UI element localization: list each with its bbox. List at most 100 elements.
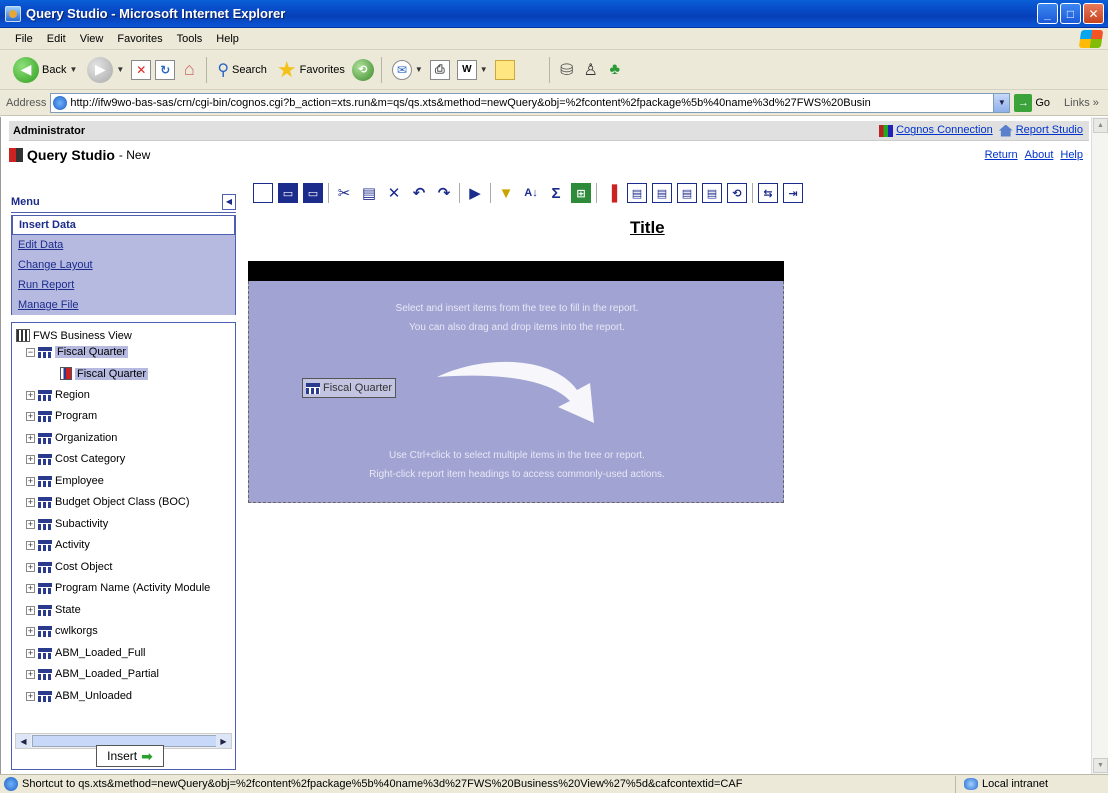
menu-favorites[interactable]: Favorites: [110, 33, 169, 45]
sort-icon[interactable]: A↓: [521, 183, 541, 203]
window-title-bar[interactable]: Query Studio - Microsoft Internet Explor…: [0, 0, 1108, 28]
scroll-right-icon[interactable]: ▶: [216, 734, 231, 748]
expand-node-icon[interactable]: +: [26, 476, 35, 486]
delete-icon[interactable]: ✕: [384, 183, 404, 203]
chart-icon[interactable]: ▐: [602, 183, 622, 203]
forward-dropdown-icon[interactable]: ▼: [116, 65, 124, 74]
print-icon[interactable]: ⎙: [429, 59, 450, 80]
calculate-icon[interactable]: ⊞: [571, 183, 591, 203]
menu-item-insert-data[interactable]: Insert Data: [12, 215, 235, 235]
report-drop-zone[interactable]: Select and insert items from the tree to…: [248, 281, 784, 503]
scroll-up-icon[interactable]: ▲: [1093, 118, 1108, 133]
tree-node[interactable]: + ABM_Loaded_Full: [26, 647, 146, 659]
collapse-menu-button[interactable]: ◀: [222, 193, 236, 210]
tree-node[interactable]: + State: [26, 604, 81, 616]
undo-icon[interactable]: ↶: [409, 183, 429, 203]
refresh-icon[interactable]: ↻: [155, 59, 176, 80]
create-crosstab-icon[interactable]: ▤: [702, 183, 722, 203]
tree-node-fiscal-quarter-level[interactable]: Fiscal Quarter: [60, 367, 149, 380]
section-icon[interactable]: ▤: [677, 183, 697, 203]
tree-root[interactable]: FWS Business View: [16, 329, 132, 342]
tree-node[interactable]: + Cost Object: [26, 561, 112, 573]
new-report-icon[interactable]: [253, 183, 273, 203]
scroll-left-icon[interactable]: ◀: [16, 734, 31, 748]
group-icon[interactable]: ▤: [627, 183, 647, 203]
collapse-node-icon[interactable]: −: [26, 347, 35, 357]
report-studio-link[interactable]: Report Studio: [998, 124, 1083, 137]
scroll-down-icon[interactable]: ▼: [1093, 758, 1108, 773]
back-dropdown-icon[interactable]: ▼: [69, 65, 77, 74]
favorites-button[interactable]: ★ Favorites: [274, 54, 348, 86]
tree-node[interactable]: + Region: [26, 389, 90, 401]
swap-rows-columns-icon[interactable]: ⇆: [758, 183, 778, 203]
ungroup-icon[interactable]: ▤: [652, 183, 672, 203]
return-link[interactable]: Return: [985, 149, 1018, 161]
expand-node-icon[interactable]: +: [26, 411, 35, 421]
expand-node-icon[interactable]: +: [26, 605, 35, 615]
expand-node-icon[interactable]: +: [26, 390, 35, 400]
notes-icon[interactable]: [494, 59, 515, 80]
menu-tools[interactable]: Tools: [170, 33, 210, 45]
tree-node[interactable]: + cwlkorgs: [26, 625, 98, 637]
close-button[interactable]: ✕: [1083, 3, 1104, 24]
menu-item-edit-data[interactable]: Edit Data: [12, 235, 235, 255]
page-vertical-scrollbar[interactable]: ▲ ▼: [1091, 117, 1108, 774]
expand-node-icon[interactable]: +: [26, 519, 35, 529]
menu-help[interactable]: Help: [209, 33, 246, 45]
tree-node[interactable]: + Budget Object Class (BOC): [26, 496, 190, 508]
edit-button[interactable]: W ▼: [454, 54, 491, 86]
stop-icon[interactable]: ✕: [131, 59, 152, 80]
menu-item-manage-file[interactable]: Manage File: [12, 295, 235, 315]
edit-dropdown-icon[interactable]: ▼: [480, 65, 488, 74]
menu-item-run-report[interactable]: Run Report: [12, 275, 235, 295]
back-button[interactable]: ◀ Back ▼: [10, 54, 80, 86]
home-icon[interactable]: ⌂: [179, 59, 199, 80]
expand-node-icon[interactable]: +: [26, 583, 35, 593]
expand-node-icon[interactable]: +: [26, 433, 35, 443]
filter-icon[interactable]: ▼: [496, 183, 516, 203]
links-button[interactable]: Links »: [1064, 97, 1099, 109]
expand-node-icon[interactable]: +: [26, 669, 35, 679]
pivot-icon[interactable]: ⟲: [727, 183, 747, 203]
help-link[interactable]: Help: [1060, 149, 1083, 161]
search-button[interactable]: ⚲ Search: [214, 54, 270, 86]
run-report-icon[interactable]: ▶: [465, 183, 485, 203]
save-icon[interactable]: ▭: [278, 183, 298, 203]
menu-view[interactable]: View: [73, 33, 111, 45]
research-icon[interactable]: ⛁: [557, 60, 577, 80]
tree-node[interactable]: + Cost Category: [26, 453, 125, 465]
minimize-button[interactable]: _: [1037, 3, 1058, 24]
tree-node[interactable]: + Employee: [26, 475, 104, 487]
tree-node-fiscal-quarter[interactable]: − Fiscal Quarter: [26, 346, 129, 358]
save-as-icon[interactable]: ▭: [303, 183, 323, 203]
tree-node[interactable]: + ABM_Unloaded: [26, 690, 132, 702]
tree-node[interactable]: + Activity: [26, 539, 90, 551]
expand-node-icon[interactable]: +: [26, 562, 35, 572]
messenger-icon[interactable]: ♙: [581, 60, 601, 80]
maximize-button[interactable]: □: [1060, 3, 1081, 24]
summarize-icon[interactable]: Σ: [546, 183, 566, 203]
expand-node-icon[interactable]: +: [26, 540, 35, 550]
expand-node-icon[interactable]: +: [26, 497, 35, 507]
tree-node[interactable]: + Program: [26, 410, 97, 422]
insert-button[interactable]: Insert ➡: [96, 745, 164, 767]
go-button[interactable]: → Go: [1014, 93, 1050, 112]
redo-icon[interactable]: ↷: [434, 183, 454, 203]
history-icon[interactable]: ⟲: [351, 58, 374, 81]
tree-node[interactable]: + Subactivity: [26, 518, 108, 530]
expand-node-icon[interactable]: +: [26, 648, 35, 658]
users-icon[interactable]: ♣: [605, 60, 625, 80]
expand-node-icon[interactable]: +: [26, 626, 35, 636]
about-link[interactable]: About: [1025, 149, 1054, 161]
forward-button[interactable]: ▶ ▼: [84, 54, 127, 86]
cut-icon[interactable]: ✂: [334, 183, 354, 203]
menu-edit[interactable]: Edit: [40, 33, 73, 45]
mail-dropdown-icon[interactable]: ▼: [415, 65, 423, 74]
cognos-connection-link[interactable]: Cognos Connection: [879, 124, 993, 137]
menu-file[interactable]: File: [8, 33, 40, 45]
menu-item-change-layout[interactable]: Change Layout: [12, 255, 235, 275]
tree-node[interactable]: + Program Name (Activity Module: [26, 582, 210, 594]
expand-node-icon[interactable]: +: [26, 691, 35, 701]
report-title[interactable]: Title: [630, 218, 665, 238]
tree-node[interactable]: + Organization: [26, 432, 117, 444]
